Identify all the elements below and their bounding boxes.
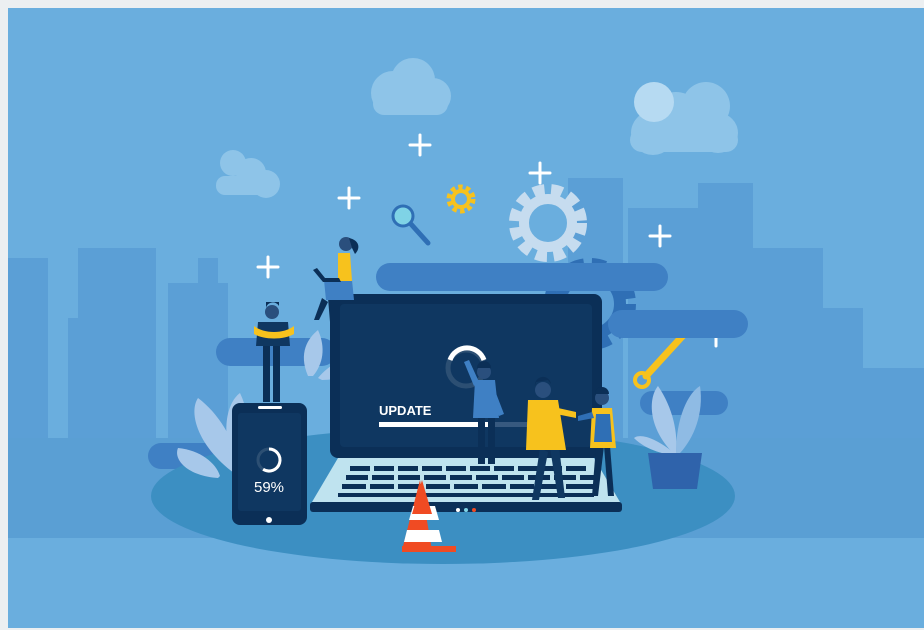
gear-icon [509,184,587,262]
illustration-frame: UPDATE 59% [8,8,924,628]
gear-icon [446,184,476,214]
cloud-icon [371,58,451,115]
magnifier-icon [391,204,431,246]
update-illustration: UPDATE 59% [8,58,924,564]
smartphone [232,403,307,525]
cloud-icon [216,150,280,198]
cloud-icon [630,82,738,155]
laptop [310,294,622,512]
update-progress-fill [379,422,495,427]
phone-progress-label: 59% [254,479,284,496]
update-label: UPDATE [379,403,432,418]
